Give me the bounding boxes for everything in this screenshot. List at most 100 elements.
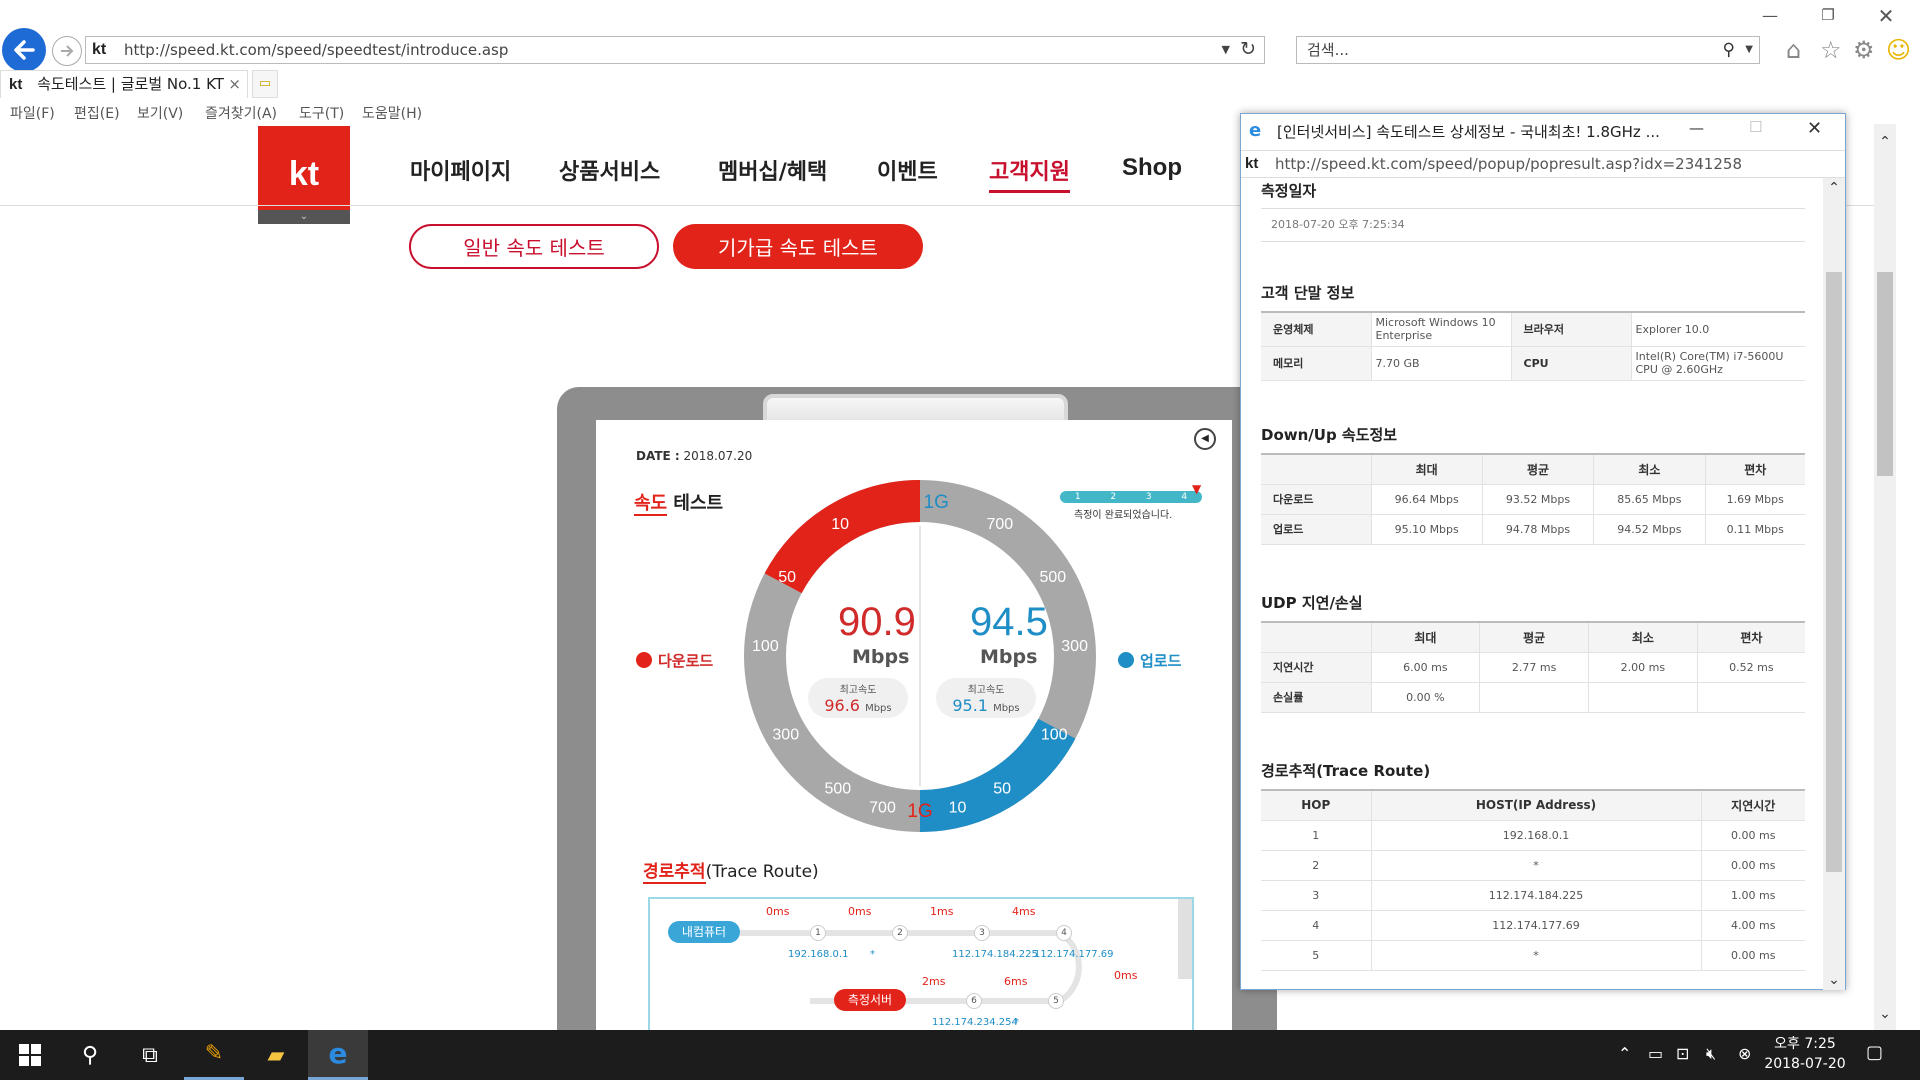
udp-header-min: 최소 [1588, 621, 1698, 653]
gauge-tick-label: 100 [752, 638, 779, 655]
menu-favorites[interactable]: 즐겨찾기(A) [205, 103, 277, 123]
internet-explorer-icon[interactable]: e [308, 1030, 368, 1080]
action-center-icon[interactable]: ▢ [1866, 1042, 1883, 1063]
address-bar[interactable]: kt http://speed.kt.com/speed/speedtest/i… [85, 36, 1265, 64]
minimize-button[interactable]: — [1760, 6, 1780, 26]
home-icon[interactable]: ⌂ [1786, 38, 1801, 62]
popup-close-button[interactable]: ✕ [1807, 118, 1822, 139]
device-info-table: 운영체제 Microsoft Windows 10 Enterprise 브라우… [1261, 311, 1805, 381]
popup-minimize-button[interactable]: — [1689, 119, 1704, 137]
settings-gear-icon[interactable]: ⚙ [1853, 38, 1875, 62]
trace-hop-node: 2 [892, 925, 908, 941]
menu-view[interactable]: 보기(V) [137, 103, 183, 123]
start-windows-icon[interactable] [0, 1030, 60, 1080]
sound-toggle-icon[interactable]: ◀ [1194, 428, 1216, 450]
trace-hop-time: 0ms [766, 905, 790, 918]
new-tab-button[interactable]: ▭ [252, 70, 278, 98]
gauge-tick-label: 1G [924, 492, 949, 513]
tray-chevron-up-icon[interactable]: ⌃ [1618, 1044, 1631, 1063]
trace-hop-host: 112.174.184.225 [952, 949, 1038, 960]
search-icon[interactable]: ⚲ [60, 1030, 120, 1080]
smiley-feedback-icon[interactable]: ☺ [1886, 38, 1911, 62]
table-row: 3 112.174.184.225 1.00 ms [1261, 880, 1805, 911]
gauge-tick-label: 1G [907, 801, 932, 822]
speed-header-blank [1261, 453, 1372, 485]
trace-hop-time: 6ms [1004, 975, 1028, 988]
back-button[interactable] [2, 28, 46, 72]
popup-scrollbar[interactable]: ⌃ ⌄ [1823, 178, 1845, 990]
trace-scrollbar[interactable] [1178, 899, 1192, 979]
popup-scroll-up-icon[interactable]: ⌃ [1823, 180, 1845, 196]
nav-events[interactable]: 이벤트 [877, 154, 938, 186]
table-cell: 1.69 Mbps [1705, 484, 1805, 515]
refresh-icon[interactable]: ↻ [1240, 36, 1256, 62]
speed-header-min: 최소 [1593, 453, 1706, 485]
upload-unit: Mbps [980, 646, 1038, 668]
task-view-icon[interactable]: ⧉ [120, 1030, 180, 1080]
nav-membership[interactable]: 멤버십/혜택 [718, 154, 827, 186]
table-cell [1588, 682, 1698, 713]
search-icon[interactable]: ⚲ [1723, 37, 1735, 63]
table-cell: 0.00 ms [1701, 820, 1805, 851]
file-explorer-icon[interactable]: ▰ [246, 1030, 306, 1080]
volume-muted-icon[interactable]: 🔇︎ [1706, 1044, 1716, 1064]
table-row: 5 * 0.00 ms [1261, 940, 1805, 971]
gauge-tick-label: 50 [993, 780, 1011, 797]
network-icon[interactable]: ⊡ [1676, 1044, 1689, 1063]
popup-scroll-down-icon[interactable]: ⌄ [1823, 972, 1845, 988]
dropdown-icon[interactable]: ▼ [1222, 37, 1230, 63]
nav-support[interactable]: 고객지원 [989, 154, 1070, 193]
kt-logo[interactable]: kt [258, 126, 350, 222]
trace-hop-host: * [1014, 1017, 1019, 1028]
table-row: 다운로드 96.64 Mbps 93.52 Mbps 85.65 Mbps 1.… [1261, 484, 1805, 515]
udp-header-max: 최대 [1371, 621, 1481, 653]
download-legend: 다운로드 [636, 650, 713, 671]
battery-icon[interactable]: ▭ [1648, 1044, 1663, 1063]
popup-address-bar[interactable]: kt http://speed.kt.com/speed/popup/popre… [1241, 150, 1845, 178]
forward-button[interactable] [52, 36, 82, 66]
nav-products[interactable]: 상품서비스 [559, 154, 660, 186]
clock[interactable]: 오후 7:25 2018-07-20 [1760, 1034, 1850, 1074]
trace-start-badge: 내컴퓨터 [668, 921, 740, 943]
restore-button[interactable]: ❐ [1818, 6, 1838, 26]
scroll-thumb[interactable] [1877, 272, 1893, 476]
download-max-unit: Mbps [865, 703, 892, 714]
page-scrollbar[interactable]: ⌃ ⌄ [1874, 124, 1896, 1030]
giga-speed-test-button[interactable]: 기가급 속도 테스트 [673, 224, 923, 269]
popup-scroll-thumb[interactable] [1826, 272, 1842, 872]
scroll-down-icon[interactable]: ⌄ [1874, 1006, 1896, 1022]
speed-row-label: 다운로드 [1261, 484, 1372, 515]
test-date: DATE : 2018.07.20 [636, 449, 752, 463]
trace-info-table: HOP HOST(IP Address) 지연시간 1 192.168.0.1 0.… [1261, 789, 1805, 971]
udp-info-title: UDP 지연/손실 [1261, 594, 1363, 612]
close-button[interactable]: ✕ [1876, 4, 1896, 28]
nav-mypage[interactable]: 마이페이지 [410, 154, 511, 186]
browser-window: — ❐ ✕ kt http://speed.kt.com/speed/speed… [0, 0, 1920, 1030]
search-input[interactable]: 검색... ⚲ ▼ [1296, 36, 1760, 64]
download-arc [764, 480, 921, 594]
speed-gauge: 10 50 100 300 500 700 1G 1G 700 500 300 100 50 10 [744, 480, 1096, 832]
trace-hop-node: 1 [810, 925, 826, 941]
os-value: Microsoft Windows 10 Enterprise [1371, 312, 1512, 347]
date-label: DATE : [636, 449, 680, 463]
menu-file[interactable]: 파일(F) [10, 103, 55, 123]
notification-x-icon[interactable]: ⊗ [1738, 1044, 1751, 1063]
nav-shop[interactable]: Shop [1122, 154, 1182, 182]
table-cell: 112.174.177.69 [1371, 910, 1702, 941]
download-max-badge: 최고속도 96.6 Mbps [808, 678, 908, 718]
menu-edit[interactable]: 편집(E) [74, 103, 120, 123]
popup-maximize-button[interactable]: ☐ [1749, 118, 1762, 136]
logo-chevron-down-icon[interactable]: ⌄ [258, 210, 350, 224]
paint-app-icon[interactable]: ✎ [184, 1030, 244, 1080]
menu-help[interactable]: 도움말(H) [362, 103, 422, 123]
trace-header-hop: HOP [1261, 789, 1372, 821]
table-cell: 6.00 ms [1371, 652, 1481, 683]
search-dropdown-icon[interactable]: ▼ [1745, 37, 1753, 63]
browser-tab[interactable]: kt 속도테스트 | 글로벌 No.1 KT × [0, 70, 248, 98]
menu-tools[interactable]: 도구(T) [299, 103, 344, 123]
favorites-star-icon[interactable]: ☆ [1820, 38, 1842, 62]
speed-header-avg: 평균 [1482, 453, 1595, 485]
scroll-up-icon[interactable]: ⌃ [1874, 134, 1896, 150]
tab-close-icon[interactable]: × [228, 71, 241, 97]
normal-speed-test-button[interactable]: 일반 속도 테스트 [409, 224, 659, 269]
